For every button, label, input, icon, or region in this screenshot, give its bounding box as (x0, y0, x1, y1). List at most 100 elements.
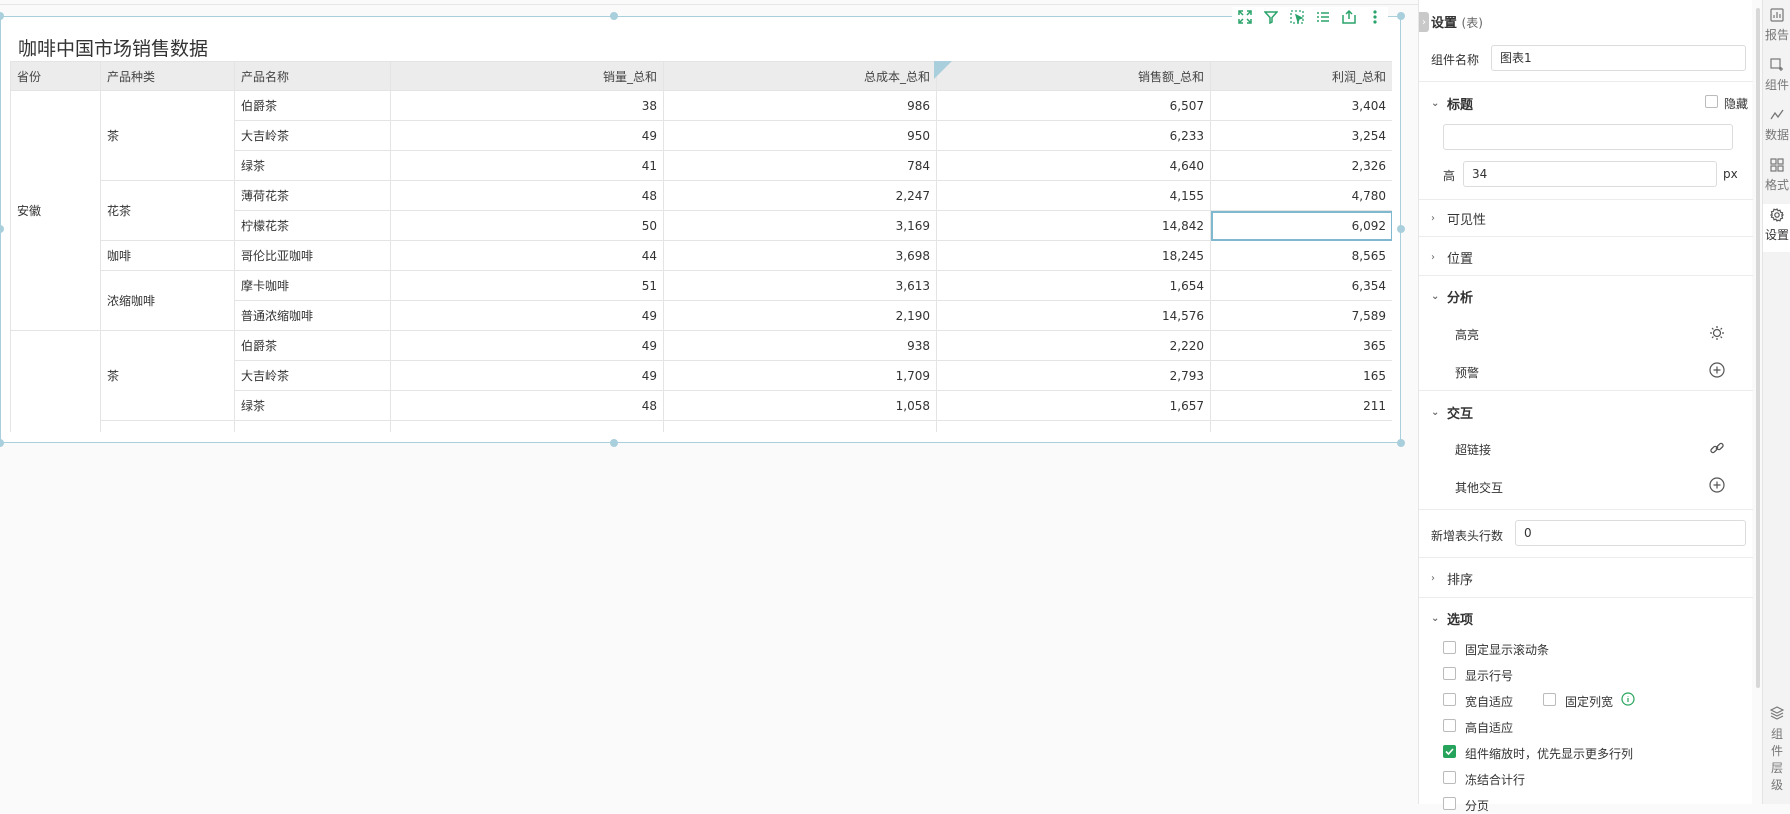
column-header-category[interactable]: 产品种类 (100, 61, 235, 91)
cell-sales[interactable]: 2,793 (936, 360, 1211, 391)
cell-qty[interactable]: 49 (390, 300, 664, 331)
scrollbar-thumb[interactable] (1756, 8, 1760, 688)
column-header-cost[interactable]: 总成本_总和 (663, 61, 937, 91)
collapse-panel-icon[interactable]: › (1419, 12, 1429, 32)
cell-qty[interactable]: 41 (390, 150, 664, 181)
column-header-sales[interactable]: 销售额_总和 (936, 61, 1211, 91)
cell-cost[interactable]: 938 (663, 330, 937, 361)
cell-cost[interactable]: 2,247 (663, 180, 937, 211)
section-visibility-header[interactable]: › 可见性 (1431, 209, 1486, 228)
title-text-input[interactable] (1443, 124, 1733, 150)
info-icon[interactable] (1621, 692, 1635, 706)
table-widget[interactable]: 咖啡中国市场销售数据 省份 产品种类 产品名称 销量_总和 总成本_总和 销售额… (0, 7, 1405, 447)
cell-product[interactable]: 哥伦比亚咖啡 (234, 240, 391, 271)
column-header-qty[interactable]: 销量_总和 (390, 61, 664, 91)
section-analysis-header[interactable]: ⌄ 分析 (1431, 287, 1473, 306)
cell-cost[interactable]: 986 (663, 90, 937, 121)
cell-qty[interactable]: 48 (390, 180, 664, 211)
cell-category[interactable]: 茶 (100, 330, 235, 421)
resize-handle-bl[interactable] (0, 439, 4, 447)
show-rownum-checkbox[interactable] (1443, 667, 1456, 680)
cell-cost[interactable]: 3,613 (663, 270, 937, 301)
cell-product[interactable]: 薄荷花茶 (234, 180, 391, 211)
cell-category[interactable]: 茶 (100, 90, 235, 181)
fixed-colwidth-checkbox[interactable] (1543, 693, 1556, 706)
cell-sales[interactable]: 2,220 (936, 330, 1211, 361)
cell-qty[interactable]: 44 (390, 240, 664, 271)
section-interaction-header[interactable]: ⌄ 交互 (1431, 403, 1473, 422)
link-icon[interactable] (1709, 440, 1725, 456)
header-rows-input[interactable]: 0 (1515, 520, 1746, 546)
export-icon[interactable] (1340, 8, 1358, 26)
cell-cost[interactable]: 2,190 (663, 300, 937, 331)
rail-format[interactable]: 格式 (1763, 158, 1790, 193)
cell-profit[interactable]: 211 (1210, 390, 1392, 421)
rail-report[interactable]: 报告 (1763, 8, 1790, 43)
cell-cost[interactable]: 3,698 (663, 240, 937, 271)
section-position-header[interactable]: › 位置 (1431, 248, 1473, 267)
cell-cost[interactable]: 3,169 (663, 210, 937, 241)
fixed-scrollbar-checkbox[interactable] (1443, 641, 1456, 654)
cell-product[interactable]: 普通浓缩咖啡 (234, 300, 391, 331)
cell-sales[interactable]: 14,576 (936, 300, 1211, 331)
cell-product[interactable]: 绿茶 (234, 390, 391, 421)
cell-cost[interactable]: 1,709 (663, 360, 937, 391)
cell-sales[interactable]: 6,233 (936, 120, 1211, 151)
resize-handle-bottom[interactable] (610, 439, 618, 447)
cell-profit[interactable]: 165 (1210, 360, 1392, 391)
cell-sales[interactable]: 1,654 (936, 270, 1211, 301)
component-name-input[interactable]: 图表1 (1491, 45, 1746, 71)
zoom-more-rows-checkbox[interactable] (1443, 745, 1456, 758)
cell-cost[interactable]: 1,058 (663, 390, 937, 421)
resize-handle-tr[interactable] (1397, 12, 1405, 20)
expand-icon[interactable] (1236, 8, 1254, 26)
cell-product[interactable]: 伯爵茶 (234, 330, 391, 361)
cell-profit[interactable]: 4,780 (1210, 180, 1392, 211)
cell-profit[interactable]: 7,589 (1210, 300, 1392, 331)
rail-layers[interactable]: 组件层级 (1763, 706, 1790, 794)
cell-qty[interactable]: 49 (390, 330, 664, 361)
resize-handle-tl[interactable] (0, 12, 4, 20)
cell-qty[interactable]: 38 (390, 90, 664, 121)
cell-profit[interactable]: 3,404 (1210, 90, 1392, 121)
section-title-header[interactable]: ⌄ 标题 (1431, 94, 1473, 113)
cell-profit-selected[interactable]: 6,092 (1210, 210, 1392, 241)
cell-profit[interactable]: 8,565 (1210, 240, 1392, 271)
cell-sales[interactable]: 6,507 (936, 90, 1211, 121)
rail-data[interactable]: 数据 (1763, 108, 1790, 143)
cell-sales[interactable]: 14,842 (936, 210, 1211, 241)
cell-product[interactable]: 伯爵茶 (234, 90, 391, 121)
cell-product[interactable]: 大吉岭茶 (234, 360, 391, 391)
cell-qty[interactable]: 48 (390, 390, 664, 421)
cell-product[interactable]: 柠檬花茶 (234, 210, 391, 241)
cell-sales[interactable]: 4,640 (936, 150, 1211, 181)
cell-qty[interactable]: 49 (390, 360, 664, 391)
more-icon[interactable] (1366, 8, 1384, 26)
cell-product[interactable]: 绿茶 (234, 150, 391, 181)
rail-component[interactable]: 组件 (1763, 58, 1790, 93)
cell-qty[interactable]: 51 (390, 270, 664, 301)
rail-settings[interactable]: 设置 (1763, 204, 1790, 252)
cell-sales[interactable]: 18,245 (936, 240, 1211, 271)
add-warning-icon[interactable] (1709, 362, 1725, 378)
section-sort-header[interactable]: › 排序 (1431, 569, 1473, 588)
cell-province[interactable] (10, 330, 101, 432)
cell-category[interactable]: 花茶 (100, 180, 235, 241)
lightbulb-icon[interactable] (1709, 325, 1725, 341)
resize-handle-right[interactable] (1397, 225, 1405, 233)
freeze-total-checkbox[interactable] (1443, 771, 1456, 784)
fit-width-checkbox[interactable] (1443, 693, 1456, 706)
title-height-input[interactable]: 34 (1463, 161, 1717, 187)
select-icon[interactable] (1288, 8, 1306, 26)
cell-profit[interactable]: 365 (1210, 330, 1392, 361)
cell-category[interactable]: 咖啡 (100, 240, 235, 271)
column-header-product[interactable]: 产品名称 (234, 61, 391, 91)
cell-qty[interactable]: 50 (390, 210, 664, 241)
column-header-profit[interactable]: 利润_总和 (1210, 61, 1392, 91)
cell-province[interactable]: 安徽 (10, 90, 101, 331)
resize-handle-top[interactable] (610, 12, 618, 20)
hide-title-checkbox[interactable] (1705, 95, 1718, 108)
cell-sales[interactable]: 4,155 (936, 180, 1211, 211)
cell-qty[interactable]: 49 (390, 120, 664, 151)
column-header-province[interactable]: 省份 (10, 61, 101, 91)
